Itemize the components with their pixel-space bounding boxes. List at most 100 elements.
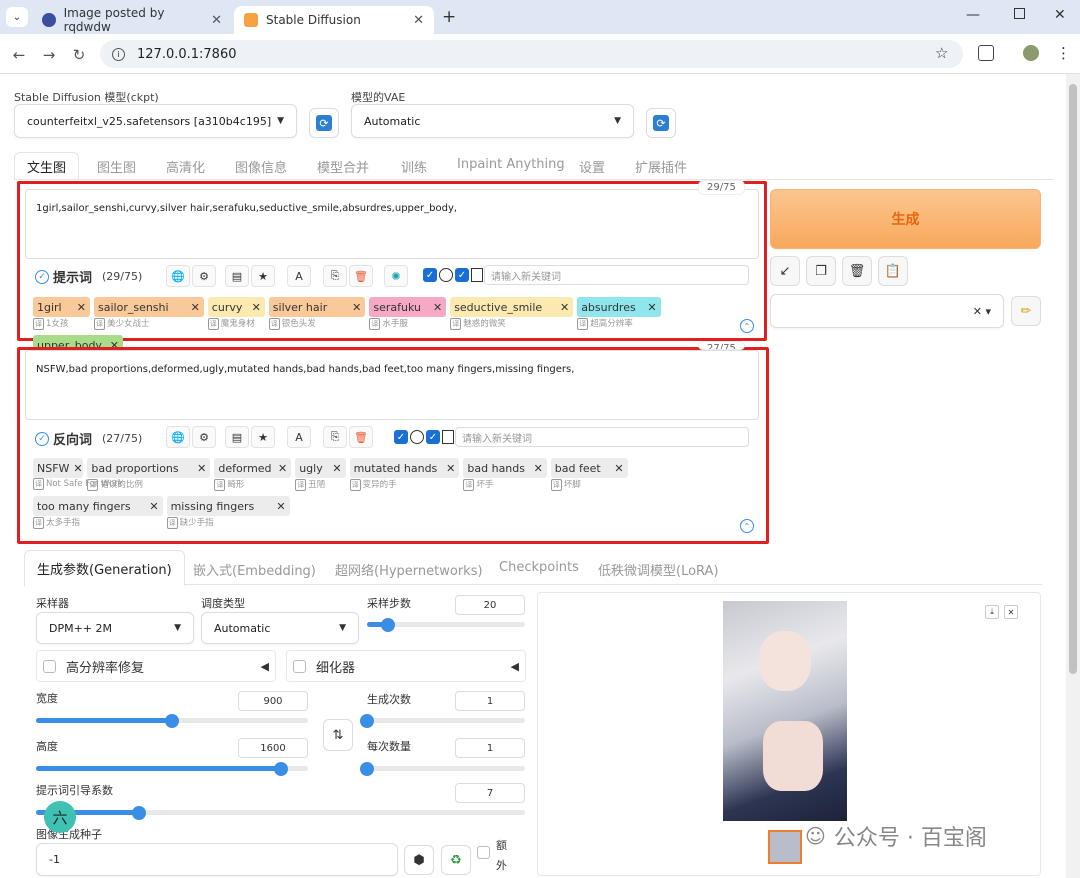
- slider-knob[interactable]: [360, 761, 374, 776]
- close-icon[interactable]: ✕: [1004, 605, 1018, 619]
- history-icon[interactable]: ▤: [225, 265, 249, 287]
- batch-size-input[interactable]: 1: [455, 738, 525, 758]
- thumbnail[interactable]: [768, 830, 802, 864]
- remove-tag-icon[interactable]: ✕: [77, 301, 86, 314]
- slider-knob[interactable]: [380, 617, 395, 632]
- tag-chip[interactable]: serafuku ✕: [369, 297, 447, 317]
- tag-chip[interactable]: 1girl ✕: [33, 297, 90, 317]
- translate-globe-icon[interactable]: 🌐: [166, 265, 190, 287]
- new-tab-icon[interactable]: +: [442, 7, 456, 27]
- clear-icon[interactable]: ✕ ▾: [973, 305, 991, 318]
- refiner-accordion[interactable]: 细化器 ◀: [286, 650, 526, 682]
- delete-icon[interactable]: 🗑: [349, 426, 373, 448]
- generate-button[interactable]: 生成: [770, 189, 1041, 249]
- tag-item[interactable]: absurdres ✕ 译超高分辨率: [577, 297, 661, 330]
- hires-checkbox[interactable]: [43, 659, 56, 673]
- subtab-checkpoints[interactable]: Checkpoints: [499, 560, 579, 575]
- tag-item[interactable]: missing fingers ✕ 译缺少手指: [166, 496, 290, 529]
- tag-item[interactable]: seductive_smile ✕ 译魅惑的微笑: [450, 297, 574, 330]
- tag-item[interactable]: serafuku ✕ 译水手服: [369, 297, 447, 330]
- tag-item[interactable]: too many fingers ✕ 译太多手指: [33, 496, 163, 529]
- height-input[interactable]: 1600: [238, 738, 308, 758]
- batch-count-slider[interactable]: [360, 713, 525, 728]
- tab-img2img[interactable]: 图生图: [97, 157, 136, 179]
- maximize-icon[interactable]: [1014, 8, 1025, 19]
- cfg-slider[interactable]: [36, 805, 525, 820]
- refresh-vae-button[interactable]: ⟳: [646, 108, 676, 138]
- remove-tag-icon[interactable]: ✕: [534, 462, 543, 475]
- tag-chip[interactable]: deformed ✕: [214, 458, 292, 478]
- extra-checkbox[interactable]: [477, 846, 490, 859]
- slider-knob[interactable]: [131, 805, 146, 820]
- tab-list-button[interactable]: ⌄: [6, 7, 28, 27]
- tag-item[interactable]: deformed ✕ 译畸形: [214, 458, 292, 491]
- paste-icon[interactable]: ❐: [806, 256, 836, 286]
- toggle-group[interactable]: ✓ ✓: [423, 268, 483, 282]
- delete-icon[interactable]: 🗑: [349, 265, 373, 287]
- tag-chip[interactable]: ugly ✕: [295, 458, 346, 478]
- subtab-lora[interactable]: 低秩微调模型(LoRA): [598, 560, 719, 579]
- tag-item[interactable]: 1girl ✕ 译 1女孩: [33, 297, 90, 330]
- collapse-icon[interactable]: ✓: [35, 269, 49, 284]
- remove-tag-icon[interactable]: ✕: [252, 301, 261, 314]
- tag-chip[interactable]: bad feet ✕: [550, 458, 628, 478]
- tag-chip[interactable]: seductive_smile ✕: [450, 297, 574, 317]
- new-keyword-input[interactable]: 请输入新关键词: [455, 427, 749, 447]
- remove-tag-icon[interactable]: ✕: [149, 500, 158, 513]
- bookmark-star-icon[interactable]: ☆: [935, 44, 948, 62]
- checkbox-icon[interactable]: ✓: [426, 430, 440, 444]
- subtab-generation[interactable]: 生成参数(Generation): [24, 550, 185, 586]
- read-params-icon[interactable]: ↙: [770, 256, 800, 286]
- tag-chip[interactable]: sailor_senshi ✕: [94, 297, 204, 317]
- refiner-checkbox[interactable]: [293, 659, 306, 673]
- remove-tag-icon[interactable]: ✕: [560, 301, 569, 314]
- close-icon[interactable]: ✕: [413, 13, 424, 28]
- settings-gear-icon[interactable]: ⚙: [192, 426, 216, 448]
- edit-pencil-icon[interactable]: ✏: [1011, 296, 1041, 326]
- browser-tab-image[interactable]: Image posted by rqdwdw ✕: [32, 6, 232, 34]
- remove-tag-icon[interactable]: ✕: [614, 462, 623, 475]
- vae-select[interactable]: Automatic ▼: [351, 104, 634, 138]
- remove-tag-icon[interactable]: ✕: [278, 462, 287, 475]
- remove-tag-icon[interactable]: ✕: [647, 301, 656, 314]
- tag-item[interactable]: curvy ✕ 译魔鬼身材: [207, 297, 265, 330]
- width-slider[interactable]: [36, 713, 308, 728]
- reload-icon[interactable]: ↻: [68, 44, 90, 66]
- tag-item[interactable]: ugly ✕ 译丑陋: [295, 458, 346, 491]
- checkbox-icon[interactable]: ✓: [455, 268, 469, 282]
- tab-image-info[interactable]: 图像信息: [235, 157, 287, 179]
- tag-chip[interactable]: curvy ✕: [207, 297, 265, 317]
- collapse-up-icon[interactable]: ⌃: [740, 319, 754, 333]
- checkbox-icon[interactable]: ✓: [423, 268, 437, 282]
- new-keyword-input[interactable]: 请输入新关键词: [484, 265, 749, 285]
- tab-extensions[interactable]: 扩展插件: [635, 157, 687, 179]
- timer-icon[interactable]: [439, 268, 453, 282]
- slider-knob[interactable]: [273, 761, 288, 776]
- scrollbar[interactable]: [1066, 74, 1080, 878]
- negative-section-header[interactable]: ✓ 反向词 (27/75): [35, 429, 142, 448]
- menu-icon[interactable]: ⋮: [1056, 44, 1071, 62]
- site-info-icon[interactable]: i: [112, 47, 125, 61]
- url-field[interactable]: i 127.0.0.1:7860: [100, 40, 963, 68]
- swap-dimensions-icon[interactable]: ⇅: [323, 719, 353, 751]
- tab-train[interactable]: 训练: [401, 157, 427, 179]
- tab-merge[interactable]: 模型合并: [317, 157, 369, 179]
- remove-tag-icon[interactable]: ✕: [73, 462, 82, 475]
- tag-chip[interactable]: missing fingers ✕: [166, 496, 290, 516]
- steps-input[interactable]: 20: [455, 595, 525, 615]
- timer-icon[interactable]: [410, 430, 424, 444]
- tag-item[interactable]: bad feet ✕ 译坏脚: [550, 458, 628, 491]
- batch-size-slider[interactable]: [360, 761, 525, 776]
- generated-image[interactable]: [723, 601, 847, 821]
- subtab-embedding[interactable]: 嵌入式(Embedding): [193, 560, 316, 579]
- hires-fix-accordion[interactable]: 高分辨率修复 ◀: [36, 650, 276, 682]
- seed-input[interactable]: -1: [36, 843, 398, 876]
- tag-chip[interactable]: too many fingers ✕: [33, 496, 163, 516]
- clipboard-icon[interactable]: 📋: [878, 256, 908, 286]
- translate-globe-icon[interactable]: 🌐: [166, 426, 190, 448]
- tag-item[interactable]: bad hands ✕ 译坏手: [463, 458, 547, 491]
- positive-prompt-textarea[interactable]: 1girl,sailor_senshi,curvy,silver hair,se…: [25, 189, 759, 259]
- extensions-icon[interactable]: [978, 45, 994, 61]
- copy-icon[interactable]: ⎘: [323, 426, 347, 448]
- text-format-icon[interactable]: A: [287, 426, 311, 448]
